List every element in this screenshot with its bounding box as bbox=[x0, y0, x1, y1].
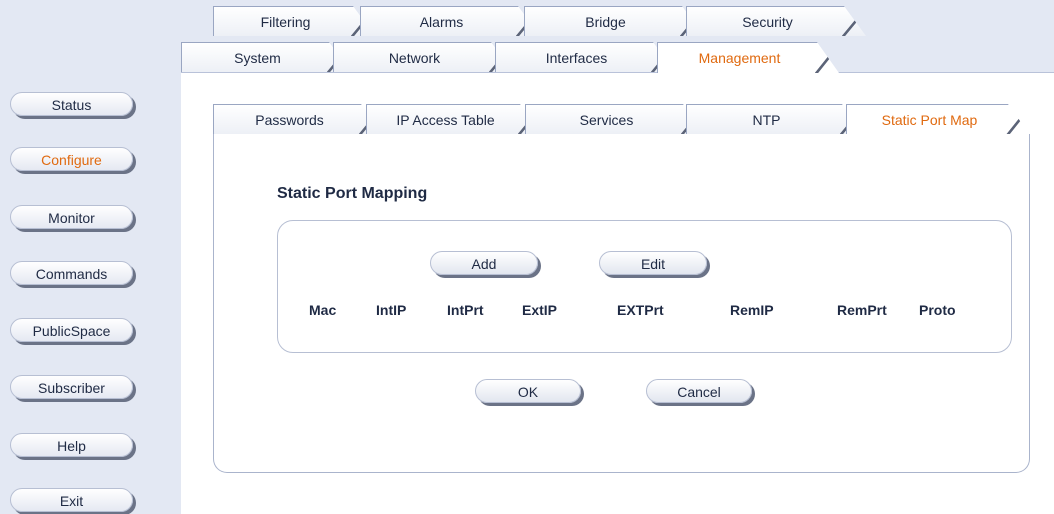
column-header-extprt: EXTPrt bbox=[617, 302, 664, 318]
tab-label: Management bbox=[698, 50, 781, 66]
column-header-intprt: IntPrt bbox=[447, 302, 484, 318]
page-title: Static Port Mapping bbox=[277, 185, 428, 202]
tab-filtering[interactable]: Filtering bbox=[213, 6, 375, 36]
tab-alarms[interactable]: Alarms bbox=[360, 6, 540, 36]
subtab-ntp[interactable]: NTP bbox=[686, 104, 864, 134]
subtab-label: NTP bbox=[752, 112, 781, 128]
tab-label: Interfaces bbox=[545, 50, 608, 66]
tab-interfaces[interactable]: Interfaces bbox=[495, 42, 675, 72]
tab-security[interactable]: Security bbox=[686, 6, 866, 36]
sidebar-item-label: Help bbox=[57, 438, 86, 454]
sidebar-item-status[interactable]: Status bbox=[10, 92, 133, 116]
sidebar-item-label: Status bbox=[51, 97, 92, 113]
tab-network[interactable]: Network bbox=[333, 42, 513, 72]
column-header-intip: IntIP bbox=[376, 302, 407, 318]
subtab-static-port-map[interactable]: Static Port Map bbox=[846, 104, 1030, 135]
sidebar-item-label: Commands bbox=[35, 266, 108, 282]
tab-label: System bbox=[234, 50, 281, 66]
subtab-label: Static Port Map bbox=[881, 112, 978, 128]
sidebar-item-label: Monitor bbox=[48, 210, 95, 226]
subtab-label: Passwords bbox=[255, 112, 324, 128]
tab-label: Network bbox=[388, 50, 441, 66]
tab-system[interactable]: System bbox=[181, 42, 351, 72]
subtab-ip-access-table[interactable]: IP Access Table bbox=[366, 104, 542, 134]
column-header-remprt: RemPrt bbox=[837, 302, 887, 318]
sidebar-item-configure[interactable]: Configure bbox=[10, 147, 133, 171]
sidebar-item-publicspace[interactable]: PublicSpace bbox=[10, 318, 133, 342]
column-header-proto: Proto bbox=[919, 302, 956, 318]
sidebar-item-label: PublicSpace bbox=[32, 323, 111, 339]
tab-label: Bridge bbox=[585, 14, 626, 30]
subtab-services[interactable]: Services bbox=[525, 104, 705, 134]
ok-button[interactable]: OK bbox=[475, 379, 581, 403]
column-header-mac: Mac bbox=[309, 302, 337, 318]
tab-label: Filtering bbox=[260, 14, 311, 30]
sidebar-item-commands[interactable]: Commands bbox=[10, 261, 133, 285]
add-button[interactable]: Add bbox=[430, 251, 538, 275]
tab-management[interactable]: Management bbox=[657, 42, 839, 73]
cancel-button[interactable]: Cancel bbox=[646, 379, 752, 403]
column-header-extip: ExtIP bbox=[522, 302, 558, 318]
port-map-table-box bbox=[277, 220, 1012, 353]
subtab-label: IP Access Table bbox=[396, 112, 495, 128]
sidebar-item-monitor[interactable]: Monitor bbox=[10, 205, 133, 229]
column-header-remip: RemIP bbox=[730, 302, 774, 318]
sidebar-item-subscriber[interactable]: Subscriber bbox=[10, 375, 133, 399]
edit-button[interactable]: Edit bbox=[599, 251, 707, 275]
tab-label: Alarms bbox=[419, 14, 464, 30]
tab-band-divider bbox=[181, 72, 1054, 73]
sidebar-item-label: Subscriber bbox=[38, 380, 105, 396]
sidebar-item-help[interactable]: Help bbox=[10, 433, 133, 457]
subtab-label: Services bbox=[579, 112, 634, 128]
subtab-passwords[interactable]: Passwords bbox=[213, 104, 383, 134]
tab-label: Security bbox=[742, 14, 793, 30]
sidebar-item-exit[interactable]: Exit bbox=[10, 488, 133, 512]
sidebar-item-label: Configure bbox=[41, 152, 102, 168]
sidebar-item-label: Exit bbox=[59, 493, 84, 509]
tab-bridge[interactable]: Bridge bbox=[524, 6, 704, 36]
